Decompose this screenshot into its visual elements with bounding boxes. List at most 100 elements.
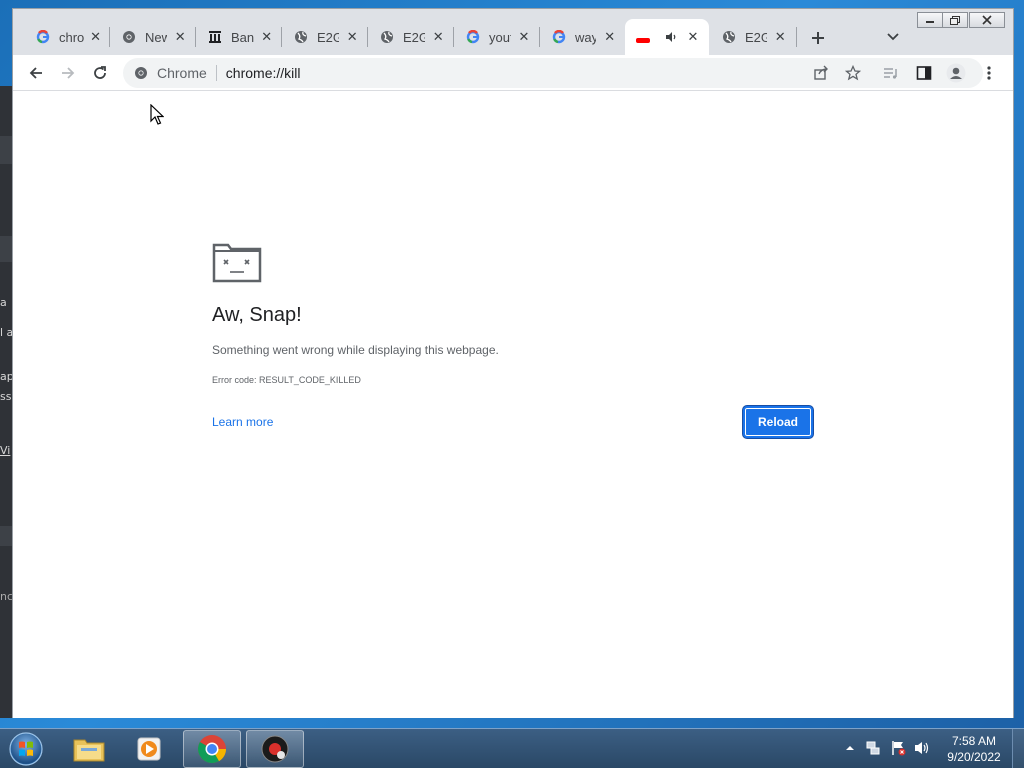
tab-close-icon[interactable]: ✕ <box>431 29 445 45</box>
site-label: Chrome <box>157 65 207 81</box>
chevron-up-icon <box>846 746 854 750</box>
background-window: a l a ap ss Vi nc <box>0 86 14 718</box>
show-hidden-icons-button[interactable] <box>842 740 858 756</box>
tab-strip: chrome ✕ New ✕ Bank ✕ E2G ✕ <box>13 9 1013 55</box>
google-g-icon <box>551 29 567 45</box>
google-g-icon <box>465 29 481 45</box>
restore-icon <box>950 15 960 25</box>
media-queue-icon <box>884 68 897 79</box>
taskbar-chrome[interactable] <box>183 730 241 768</box>
chevron-down-icon <box>887 33 899 41</box>
taskbar-explorer[interactable] <box>60 730 118 768</box>
tab-close-icon[interactable]: ✕ <box>517 29 531 45</box>
tab-separator <box>367 27 368 47</box>
back-button[interactable] <box>24 61 48 85</box>
learn-more-link[interactable]: Learn more <box>212 415 273 429</box>
network-icon <box>866 741 880 755</box>
tab-title: E2G <box>403 29 426 45</box>
tab-way[interactable]: way ✕ <box>541 19 625 55</box>
tab-new[interactable]: New ✕ <box>111 19 195 55</box>
tray-volume[interactable] <box>914 740 930 756</box>
tab-chrome[interactable]: chrome ✕ <box>25 19 109 55</box>
close-icon <box>982 15 992 25</box>
refresh-icon <box>94 66 106 79</box>
globe-icon <box>379 29 395 45</box>
tab-close-icon[interactable]: ✕ <box>90 29 101 45</box>
tab-title: New <box>145 29 168 45</box>
tab-close-icon[interactable]: ✕ <box>260 29 273 45</box>
flag-alert-icon <box>892 741 906 756</box>
side-panel-icon <box>916 66 932 80</box>
start-button[interactable] <box>6 730 46 768</box>
reload-toolbar-button[interactable] <box>88 61 112 85</box>
tab-close-icon[interactable]: ✕ <box>773 29 787 45</box>
bg-panel <box>0 236 12 262</box>
tray-network[interactable] <box>865 740 881 756</box>
error-message: Something went wrong while displaying th… <box>212 343 499 357</box>
recorder-icon <box>261 735 289 763</box>
media-controls-button[interactable] <box>879 61 903 85</box>
tab-search-button[interactable] <box>885 29 901 45</box>
chrome-icon <box>133 65 149 81</box>
tab-title: E2G <box>745 29 768 45</box>
close-window-button[interactable] <box>969 12 1005 28</box>
bookmark-star-icon[interactable] <box>843 63 863 83</box>
tab-title: Bank <box>231 29 255 45</box>
tab-title: yout <box>489 29 511 45</box>
chrome-icon <box>198 735 226 763</box>
speaker-icon[interactable] <box>663 29 679 45</box>
windows-orb-icon <box>9 732 43 766</box>
tab-close-icon[interactable]: ✕ <box>685 29 701 45</box>
browser-toolbar: Chrome chrome://kill <box>13 55 1013 91</box>
media-player-icon <box>137 737 161 761</box>
kebab-menu-icon <box>987 66 991 80</box>
side-panel-button[interactable] <box>912 61 936 85</box>
bg-text: a <box>0 296 7 309</box>
tab-youtube-search[interactable]: yout ✕ <box>455 19 539 55</box>
arrow-left-icon <box>29 67 42 79</box>
menu-button[interactable] <box>977 61 1001 85</box>
tab-e2g[interactable]: E2G ✕ <box>711 19 795 55</box>
tab-close-icon[interactable]: ✕ <box>345 29 359 45</box>
maximize-button[interactable] <box>942 12 968 28</box>
address-bar[interactable]: Chrome chrome://kill <box>123 58 983 88</box>
tab-close-icon[interactable]: ✕ <box>173 29 187 45</box>
tab-close-icon[interactable]: ✕ <box>602 29 617 45</box>
new-tab-button[interactable] <box>806 26 830 50</box>
taskbar-recorder[interactable] <box>246 730 304 768</box>
globe-icon <box>721 29 737 45</box>
mouse-cursor-icon <box>150 104 164 125</box>
minimize-icon <box>926 21 934 23</box>
tab-active[interactable]: ✕ <box>625 19 709 55</box>
folder-icon <box>73 739 105 762</box>
google-g-icon <box>35 29 51 45</box>
youtube-icon <box>635 29 651 45</box>
minimize-button[interactable] <box>917 12 943 28</box>
tab-title: E2G <box>317 29 340 45</box>
reload-button[interactable]: Reload <box>743 406 813 438</box>
error-title: Aw, Snap! <box>212 304 302 326</box>
tab-bank[interactable]: Bank ✕ <box>197 19 281 55</box>
tab-e2g[interactable]: E2G ✕ <box>369 19 453 55</box>
error-code: Error code: RESULT_CODE_KILLED <box>212 375 361 385</box>
show-desktop-button[interactable] <box>1012 729 1024 768</box>
clock-date: 9/20/2022 <box>947 750 1001 764</box>
tab-title: way <box>575 29 597 45</box>
volume-icon <box>915 742 929 754</box>
taskbar: 7:58 AM 9/20/2022 <box>0 728 1024 768</box>
taskbar-clock[interactable]: 7:58 AM 9/20/2022 <box>940 733 1008 765</box>
plus-icon <box>812 32 824 44</box>
tab-separator <box>281 27 282 47</box>
tray-action-center[interactable] <box>890 740 906 756</box>
share-icon[interactable] <box>811 63 831 83</box>
profile-button[interactable] <box>944 61 968 85</box>
bg-text: ss <box>0 390 12 403</box>
tab-title: chrome <box>59 29 85 45</box>
globe-icon <box>293 29 309 45</box>
tab-separator <box>195 27 196 47</box>
tab-e2g[interactable]: E2G ✕ <box>283 19 367 55</box>
tab-separator <box>453 27 454 47</box>
forward-button[interactable] <box>56 61 80 85</box>
url-text[interactable]: chrome://kill <box>226 65 301 81</box>
taskbar-media-player[interactable] <box>120 730 178 768</box>
